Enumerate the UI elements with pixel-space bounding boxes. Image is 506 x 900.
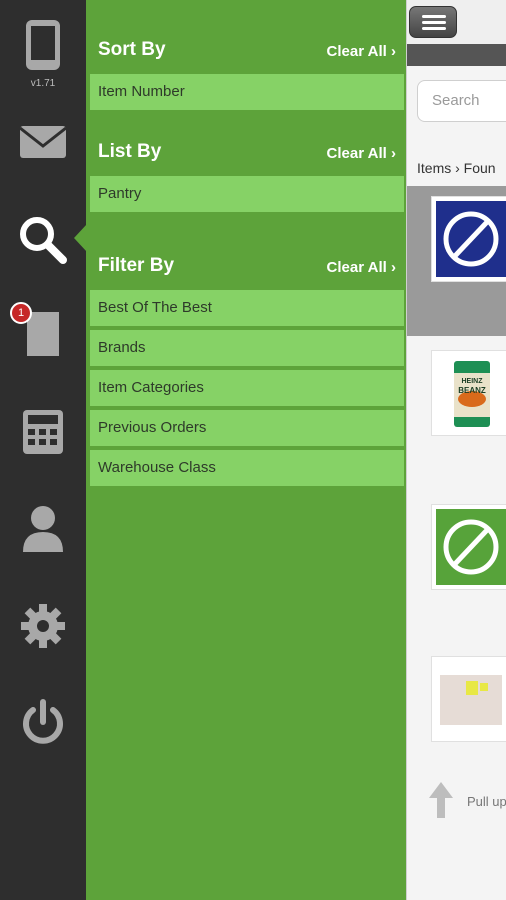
filter-panel: Sort By Clear All › Item Number List By … <box>86 0 406 900</box>
menu-icon <box>422 15 446 18</box>
result-thumbnail <box>431 656 506 742</box>
filter-option-item-categories[interactable]: Item Categories <box>90 370 404 406</box>
no-image-icon <box>436 509 506 585</box>
list-by-header: List By Clear All › <box>86 132 406 172</box>
breadcrumb: Items › Foun <box>417 160 496 176</box>
pull-up-hint: Pull up <box>427 780 506 820</box>
user-icon[interactable] <box>0 502 86 554</box>
result-thumbnail <box>431 504 506 590</box>
product-label-top: HEINZ <box>462 378 484 385</box>
result-thumbnail <box>431 196 506 282</box>
list-by-title: List By <box>98 141 162 162</box>
no-image-icon <box>436 201 506 277</box>
notification-badge: 1 <box>10 302 32 324</box>
gear-icon[interactable] <box>0 602 86 650</box>
sort-by-title: Sort By <box>98 39 166 60</box>
power-icon[interactable] <box>0 698 86 748</box>
list-by-clear-all-button[interactable]: Clear All › <box>327 145 396 162</box>
main-content: Search Items › Foun HEINZ BEANZ Pull up <box>406 0 506 900</box>
version-label: v1.71 <box>30 78 56 89</box>
pull-up-text: Pull up <box>467 794 506 809</box>
menu-button[interactable] <box>409 6 457 38</box>
filter-by-clear-all-button[interactable]: Clear All › <box>327 259 396 276</box>
sort-by-clear-all-button[interactable]: Clear All › <box>327 43 396 60</box>
sort-option-item-number[interactable]: Item Number <box>90 74 404 110</box>
calculator-icon[interactable] <box>0 408 86 456</box>
search-input[interactable]: Search <box>417 80 506 122</box>
filter-by-header: Filter By Clear All › <box>86 246 406 286</box>
product-label-main: BEANZ <box>458 386 486 395</box>
mail-icon[interactable] <box>0 124 86 160</box>
filter-option-best-of-the-best[interactable]: Best Of The Best <box>90 290 404 326</box>
filter-option-previous-orders[interactable]: Previous Orders <box>90 410 404 446</box>
filter-option-warehouse-class[interactable]: Warehouse Class <box>90 450 404 486</box>
product-package-image <box>440 675 502 725</box>
tablet-icon[interactable] <box>0 18 86 74</box>
product-can-image: HEINZ BEANZ <box>454 361 490 427</box>
list-option-pantry[interactable]: Pantry <box>90 176 404 212</box>
filter-option-brands[interactable]: Brands <box>90 330 404 366</box>
result-thumbnail: HEINZ BEANZ <box>431 350 506 436</box>
arrow-up-icon <box>429 782 453 818</box>
icon-rail: v1.71 1 <box>0 0 86 900</box>
sort-by-header: Sort By Clear All › <box>86 30 406 70</box>
filter-by-title: Filter By <box>98 255 175 276</box>
